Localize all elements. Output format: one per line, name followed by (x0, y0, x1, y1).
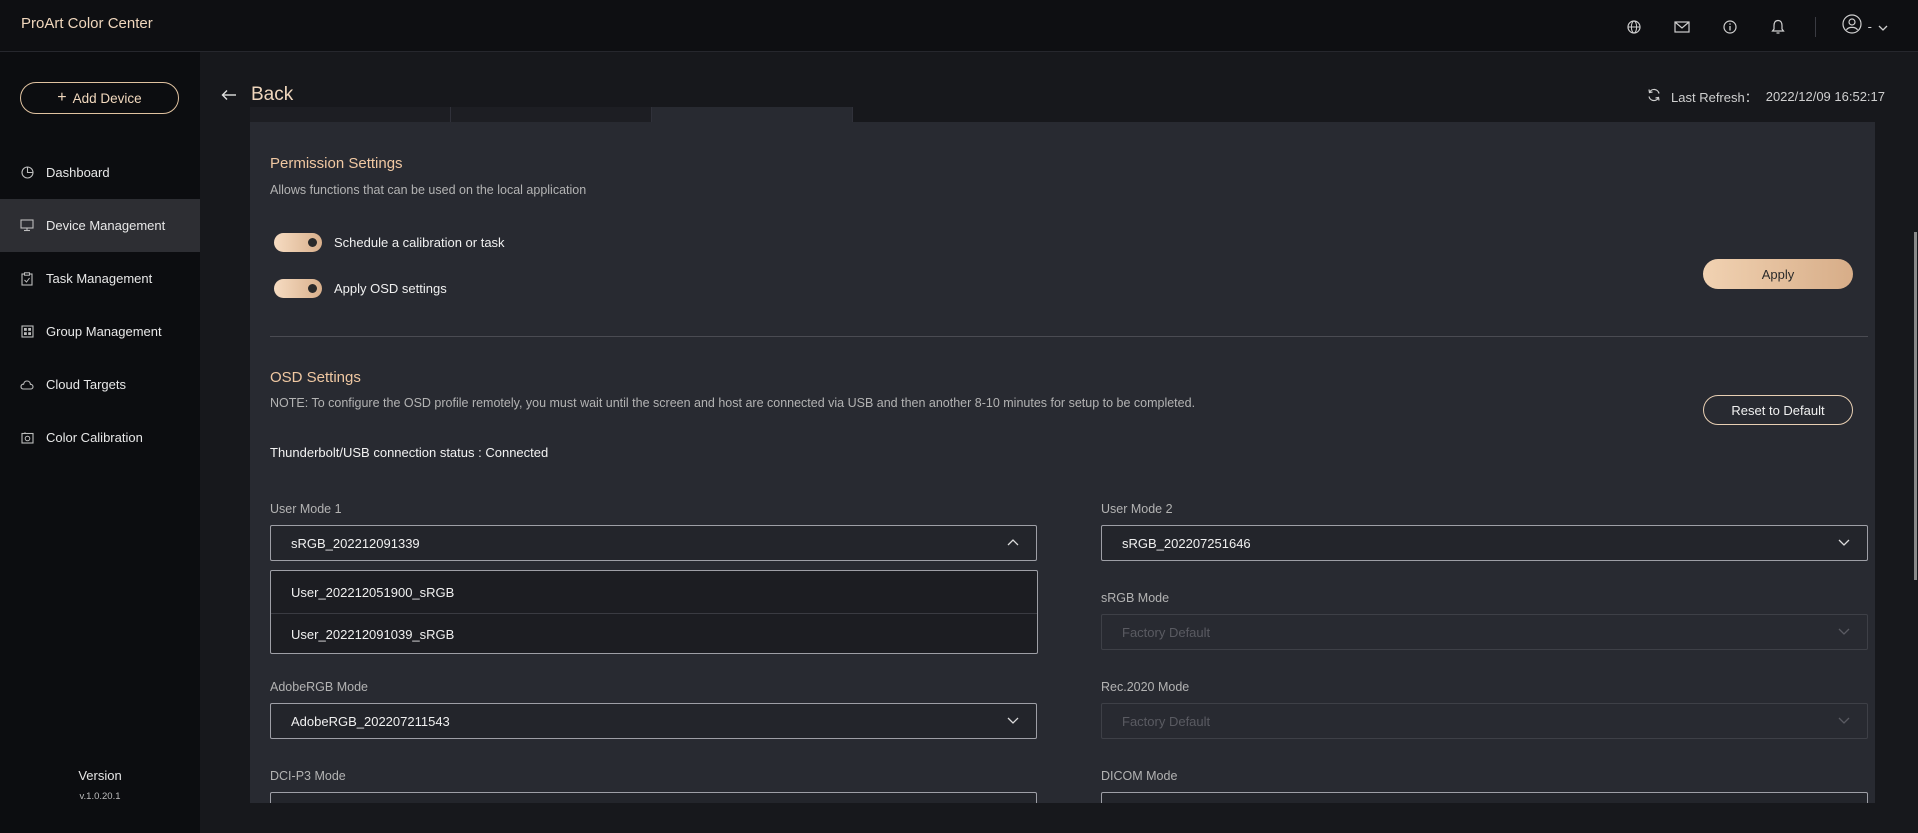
sidebar-item-label: Dashboard (46, 165, 110, 180)
sidebar-item-group-management[interactable]: Group Management (0, 305, 200, 358)
main-content: Back Last Refresh： 2022/12/09 16:52:17 P… (200, 52, 1918, 833)
version-number: v.1.0.20.1 (79, 791, 121, 802)
adobergb-mode-select[interactable]: AdobeRGB_202207211543 (270, 703, 1037, 739)
sidebar-item-label: Device Management (46, 218, 166, 233)
user-mode-2-select[interactable]: sRGB_202207251646 (1101, 525, 1868, 561)
srgb-mode-value: Factory Default (1122, 624, 1211, 640)
dicom-mode-select[interactable] (1101, 792, 1868, 803)
refresh-icon[interactable] (1647, 88, 1661, 105)
reset-to-default-button[interactable]: Reset to Default (1703, 395, 1853, 425)
apply-osd-toggle[interactable] (274, 279, 322, 298)
bell-icon[interactable] (1767, 16, 1789, 38)
sidebar: + Add Device Dashboard Device Management… (0, 52, 200, 833)
version-label: Version (78, 768, 122, 783)
connection-status: Thunderbolt/USB connection status : Conn… (270, 445, 549, 460)
scrollbar[interactable] (1914, 232, 1917, 580)
user-menu[interactable]: - (1842, 14, 1888, 39)
user-mode-1-dropdown: User_202212051900_sRGB User_202212091039… (270, 570, 1038, 654)
sidebar-nav: Dashboard Device Management Task Managem… (0, 146, 200, 464)
plus-icon: + (57, 89, 67, 106)
info-icon[interactable] (1719, 16, 1741, 38)
chevron-down-icon (1878, 18, 1888, 36)
sidebar-item-label: Cloud Targets (46, 377, 126, 392)
toggle-row-osd: Apply OSD settings (274, 279, 447, 298)
srgb-mode-select: Factory Default (1101, 614, 1868, 650)
app-title: ProArt Color Center (21, 15, 153, 32)
add-device-label: Add Device (72, 90, 142, 106)
rec2020-mode-label: Rec.2020 Mode (1101, 680, 1190, 694)
user-mode-1-select[interactable]: sRGB_202212091339 (270, 525, 1037, 561)
section-divider (270, 336, 1868, 337)
back-label: Back (251, 84, 294, 105)
version-info: Version v.1.0.20.1 (0, 768, 200, 802)
last-refresh-label: Last Refresh： (1671, 90, 1758, 105)
permission-settings-title: Permission Settings (270, 155, 403, 172)
srgb-mode-label: sRGB Mode (1101, 591, 1170, 605)
sidebar-item-cloud-targets[interactable]: Cloud Targets (0, 358, 200, 411)
toggle-label: Apply OSD settings (334, 281, 447, 296)
dcip3-mode-label: DCI-P3 Mode (270, 769, 346, 783)
user-mode-2-label: User Mode 2 (1101, 502, 1173, 516)
user-icon (1842, 14, 1862, 39)
user-mode-1-label: User Mode 1 (270, 502, 342, 516)
arrow-left-icon (221, 85, 237, 106)
clipboard-icon (20, 271, 34, 286)
last-refresh-value: 2022/12/09 16:52:17 (1765, 89, 1885, 104)
rec2020-mode-select: Factory Default (1101, 703, 1868, 739)
apply-button[interactable]: Apply (1703, 259, 1853, 289)
cloud-icon (20, 378, 34, 392)
adobergb-mode-label: AdobeRGB Mode (270, 680, 368, 694)
dicom-mode-label: DICOM Mode (1101, 769, 1178, 783)
sidebar-item-label: Color Calibration (46, 430, 143, 445)
sidebar-item-task-management[interactable]: Task Management (0, 252, 200, 305)
dcip3-mode-select[interactable] (270, 792, 1037, 803)
mail-icon[interactable] (1671, 16, 1693, 38)
sidebar-item-label: Group Management (46, 324, 162, 339)
chevron-down-icon (1837, 535, 1851, 549)
chevron-up-icon (1006, 535, 1020, 549)
user-mode-2-value: sRGB_202207251646 (1122, 535, 1251, 551)
permission-description: Allows functions that can be used on the… (270, 183, 587, 197)
sidebar-item-device-management[interactable]: Device Management (0, 199, 200, 252)
osd-note: NOTE: To configure the OSD profile remot… (270, 396, 1196, 410)
sidebar-item-label: Task Management (46, 271, 153, 286)
topbar-divider (1814, 16, 1816, 37)
top-bar: ProArt Color Center - (0, 0, 1918, 52)
adobergb-mode-value: AdobeRGB_202207211543 (291, 713, 450, 729)
dropdown-option[interactable]: User_202212051900_sRGB (271, 571, 1037, 613)
dropdown-option[interactable]: User_202212091039_sRGB (271, 613, 1037, 655)
sidebar-item-color-calibration[interactable]: Color Calibration (0, 411, 200, 464)
toggle-label: Schedule a calibration or task (334, 235, 505, 250)
rec2020-mode-value: Factory Default (1122, 713, 1211, 729)
add-device-button[interactable]: + Add Device (20, 82, 179, 114)
toggle-row-schedule: Schedule a calibration or task (274, 233, 505, 252)
chevron-down-icon (1837, 624, 1851, 638)
top-icons: - (1597, 14, 1888, 39)
last-refresh: Last Refresh： 2022/12/09 16:52:17 (1647, 87, 1885, 106)
globe-icon[interactable] (1623, 16, 1645, 38)
settings-panel: Permission Settings Allows functions tha… (250, 122, 1875, 803)
user-mode-1-value: sRGB_202212091339 (291, 535, 420, 551)
back-button[interactable]: Back (221, 84, 293, 106)
chevron-down-icon (1837, 713, 1851, 727)
dashboard-icon (20, 166, 34, 180)
monitor-icon (20, 219, 34, 233)
chevron-down-icon (1006, 713, 1020, 727)
osd-settings-title: OSD Settings (270, 369, 361, 386)
grid-icon (20, 325, 34, 339)
user-name: - (1867, 19, 1872, 34)
sidebar-item-dashboard[interactable]: Dashboard (0, 146, 200, 199)
schedule-toggle[interactable] (274, 233, 322, 252)
calibration-icon (20, 431, 34, 445)
